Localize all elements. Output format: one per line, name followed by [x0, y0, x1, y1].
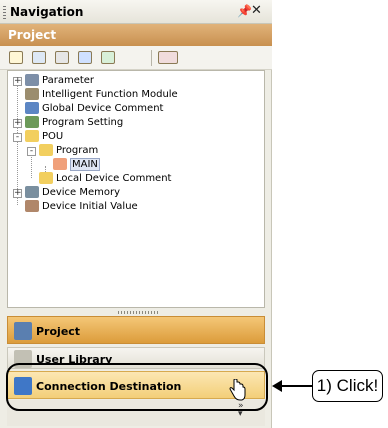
- tree-connector: [31, 153, 32, 178]
- initial-value-icon: [25, 200, 39, 212]
- tree-item-parameter[interactable]: Parameter: [25, 74, 94, 88]
- module-icon: [25, 88, 39, 100]
- navigation-toolbar: [0, 46, 272, 70]
- pane-splitter[interactable]: [118, 311, 158, 314]
- tree-connector: [17, 81, 18, 205]
- tree-item-device-memory[interactable]: Device Memory: [25, 186, 120, 200]
- parameter-icon: [25, 74, 39, 86]
- click-callout: 1) Click!: [312, 370, 383, 402]
- expand-toggle[interactable]: +: [13, 77, 22, 86]
- program-setting-icon: [25, 116, 39, 128]
- collapse-toggle[interactable]: -: [13, 133, 22, 142]
- project-nav-button[interactable]: Project: [7, 316, 265, 344]
- folder-icon: [39, 172, 53, 184]
- tool-dropdown-icon[interactable]: [158, 51, 178, 64]
- grip-handle[interactable]: [3, 6, 6, 19]
- expand-toggle[interactable]: +: [13, 189, 22, 198]
- folder-icon: [39, 144, 53, 156]
- program-file-icon: [53, 158, 67, 170]
- expand-toggle[interactable]: +: [13, 119, 22, 128]
- copy-icon[interactable]: [32, 51, 46, 64]
- memory-icon: [25, 186, 39, 198]
- new-icon[interactable]: [9, 51, 23, 64]
- navigation-titlebar[interactable]: Navigation 📌 ✕: [0, 0, 272, 24]
- tree-item-device-initial-value[interactable]: Device Initial Value: [25, 200, 138, 214]
- comment-icon: [25, 102, 39, 114]
- tree-item-pou[interactable]: POU: [25, 130, 63, 144]
- project-tree[interactable]: + Parameter Intelligent Function Module …: [7, 70, 265, 308]
- folder-icon: [25, 130, 39, 142]
- tree-item-global-device-comment[interactable]: Global Device Comment: [25, 102, 163, 116]
- collapse-toggle[interactable]: -: [27, 147, 36, 156]
- pin-icon[interactable]: 📌: [237, 4, 252, 18]
- properties-icon[interactable]: [78, 51, 92, 64]
- tree-item-intelligent-function-module[interactable]: Intelligent Function Module: [25, 88, 178, 102]
- paste-icon[interactable]: [55, 51, 69, 64]
- project-icon: [14, 322, 32, 340]
- refresh-icon[interactable]: [101, 51, 115, 64]
- tree-item-program-setting[interactable]: Program Setting: [25, 116, 123, 130]
- tree-item-program[interactable]: Program: [39, 144, 98, 158]
- arrow-line: [280, 385, 312, 387]
- hand-cursor-icon: [228, 378, 246, 404]
- toolbar-separator: [151, 50, 152, 66]
- project-header: Project: [0, 24, 272, 46]
- panel-title: Navigation: [10, 5, 84, 19]
- tree-item-local-device-comment[interactable]: Local Device Comment: [39, 172, 171, 186]
- close-icon[interactable]: ✕: [251, 3, 262, 18]
- tree-item-main[interactable]: MAIN: [53, 158, 100, 172]
